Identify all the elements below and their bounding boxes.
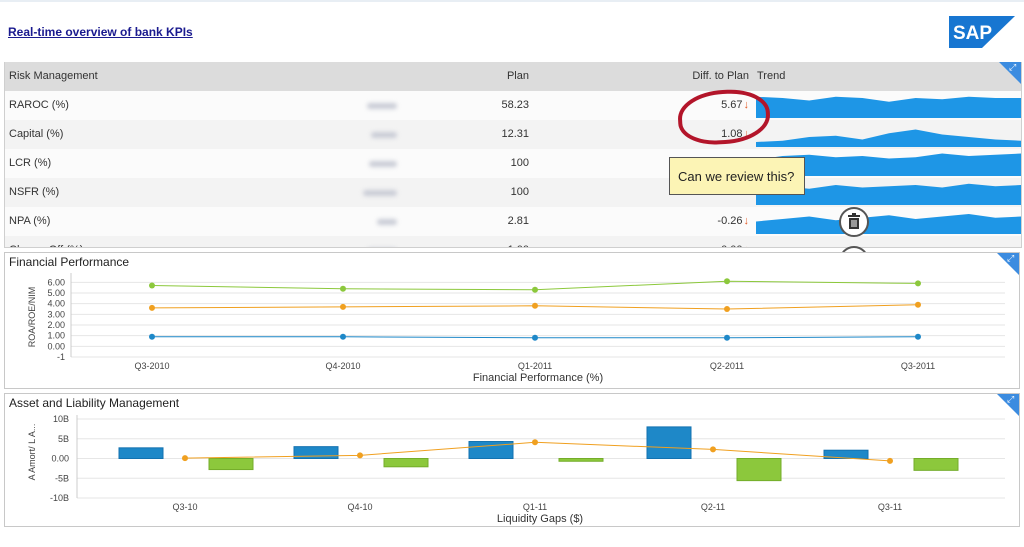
x-tick-label: Q3-10 (172, 502, 197, 512)
sap-logo-text: SAP (953, 23, 992, 44)
delete-button[interactable] (839, 207, 869, 237)
y-axis-title: ROA/ROE/NIM (27, 287, 37, 348)
data-point (532, 334, 538, 341)
bar (118, 447, 164, 459)
trend-sparkline (756, 96, 1021, 118)
redacted-value (377, 219, 397, 225)
data-point (710, 446, 716, 453)
y-tick-label: 3.00 (47, 309, 65, 319)
kpi-name: Charge-Off (%) (9, 236, 249, 247)
y-tick-label: -5B (55, 473, 69, 483)
kpi-table: Risk Management Plan Diff. to Plan Trend… (4, 62, 1022, 248)
trash-icon (848, 213, 860, 229)
data-point (340, 333, 346, 340)
y-tick-label: -1 (57, 352, 65, 362)
x-axis-title: Liquidity Gaps ($) (497, 513, 583, 525)
data-point (149, 333, 155, 340)
sap-logo: SAP (949, 16, 1015, 48)
y-tick-label: 5.00 (47, 288, 65, 298)
bar (913, 458, 959, 471)
kpi-diff: 0.00↓ (533, 236, 750, 247)
bar (208, 458, 254, 471)
bar (646, 426, 692, 460)
asset-liability-panel: Asset and Liability Management ⤢ 10B 5B 0.… (4, 393, 1020, 527)
x-tick-label: Q2-2011 (710, 361, 744, 371)
kpi-plan: 100 (510, 186, 529, 198)
arrow-down-icon: ↓ (743, 215, 750, 227)
kpi-diff: -0.26↓ (533, 207, 749, 236)
y-tick-label: 0.00 (47, 341, 65, 351)
redacted-value (363, 190, 397, 196)
data-point (887, 457, 893, 464)
x-tick-label: Q3-2010 (134, 361, 169, 371)
comment-note[interactable]: Can we review this? (669, 157, 805, 195)
redacted-value (369, 161, 397, 167)
y-tick-label: 2.00 (47, 320, 65, 330)
data-point (532, 439, 538, 446)
y-tick-label: -10B (50, 493, 69, 503)
data-point (724, 278, 730, 285)
x-tick-label: Q3-11 (878, 502, 902, 512)
x-tick-label: Q1-2011 (518, 361, 552, 371)
y-tick-label: 4.00 (47, 299, 65, 309)
financial-performance-panel: Financial Performance ⤢ 6.00 5.00 4.00 3.00… (4, 252, 1020, 389)
kpi-name: NPA (%) (9, 215, 51, 227)
redacted-value (367, 103, 397, 109)
col-header-plan[interactable]: Plan (405, 62, 533, 91)
col-header-risk-management[interactable]: Risk Management (9, 62, 249, 91)
data-point (915, 301, 921, 308)
data-point (357, 452, 363, 459)
bar (736, 458, 782, 482)
bar (558, 458, 604, 462)
page-title-link[interactable]: Real-time overview of bank KPIs (8, 25, 193, 39)
kpi-plan: 1.00 (405, 236, 533, 247)
redacted-value (371, 132, 397, 138)
kpi-diff-value: -0.26 (717, 215, 743, 227)
top-border (0, 0, 1024, 2)
data-point (149, 282, 155, 289)
data-point (915, 280, 921, 287)
kpi-plan: 12.31 (501, 128, 529, 140)
kpi-name: Capital (%) (9, 128, 64, 140)
kpi-plan: 100 (510, 157, 529, 169)
y-tick-label: 10B (53, 414, 69, 424)
data-point (149, 304, 155, 311)
y-axis-title: A Amort/ L A... (27, 424, 37, 481)
kpi-name: LCR (%) (9, 157, 52, 169)
x-tick-label: Q2-11 (701, 502, 725, 512)
data-point (724, 306, 730, 312)
data-point (340, 303, 346, 310)
trend-sparkline (756, 129, 1021, 147)
x-axis-title: Financial Performance (%) (473, 372, 603, 384)
x-tick-label: Q4-2010 (325, 361, 360, 371)
y-tick-label: 6.00 (47, 277, 65, 287)
asset-liability-chart: 10B 5B 0.00 -5B -10B Q3-10 Q4-10 Q1-11 Q2-11 Q3-1… (27, 414, 1005, 525)
data-point (915, 333, 921, 340)
kpi-name: RAROC (%) (9, 99, 69, 111)
kpi-plan: 2.81 (507, 215, 529, 227)
x-tick-label: Q1-11 (523, 502, 547, 512)
trend-sparkline (756, 214, 1021, 234)
data-point (182, 455, 188, 462)
data-point (724, 334, 730, 341)
y-tick-label: 0.00 (51, 454, 69, 464)
y-tick-label: 5B (58, 434, 69, 444)
bar (383, 458, 429, 468)
x-tick-label: Q3-2011 (901, 361, 935, 371)
trend-sparklines (756, 96, 1021, 234)
kpi-plan: 58.23 (501, 99, 529, 111)
y-tick-label: 1.00 (47, 331, 65, 341)
arrow-down-icon: ↓ (744, 244, 750, 247)
kpi-diff-value: 0.00 (721, 244, 742, 247)
data-point (340, 285, 346, 292)
data-point (532, 286, 538, 293)
col-header-diff-to-plan[interactable]: Diff. to Plan (533, 62, 749, 91)
x-tick-label: Q4-10 (347, 502, 372, 512)
financial-performance-chart: 6.005.004.003.002.001.000.00-1 Q3-2010 Q4-… (27, 273, 1005, 384)
kpi-name: NSFR (%) (9, 186, 60, 198)
data-point (532, 302, 538, 309)
